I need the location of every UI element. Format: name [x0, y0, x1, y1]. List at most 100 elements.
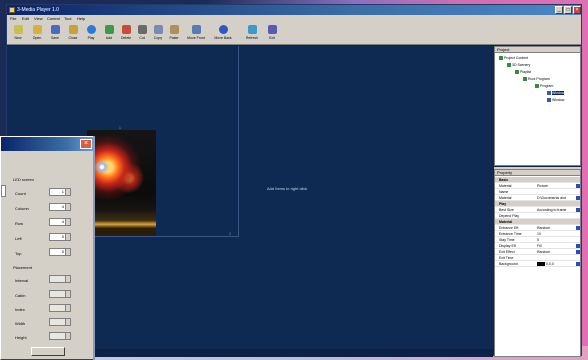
title-bar[interactable]: 3-Media Player 1.0 _ □ × — [7, 5, 581, 15]
field-label: Width — [15, 321, 26, 326]
playlist-icon — [515, 70, 519, 75]
spin-arrows-icon[interactable] — [65, 333, 70, 339]
firework-burst — [95, 160, 109, 174]
height-stepper[interactable] — [49, 332, 71, 340]
tree-item[interactable]: Project Content — [499, 56, 528, 61]
window-icon — [547, 98, 551, 103]
column-stepper[interactable]: 4 — [49, 203, 71, 211]
move-back-icon — [218, 25, 228, 34]
canvas-hint-text: Add Items to right click — [267, 186, 308, 191]
toolbar-refresh-button[interactable]: Refresh — [243, 24, 261, 44]
maximize-button[interactable]: □ — [564, 6, 572, 14]
menu-control[interactable]: Control — [47, 16, 60, 21]
menu-help[interactable]: Help — [77, 16, 85, 21]
tree-item[interactable]: Playlist — [515, 70, 532, 75]
toolbar-label: Refresh — [245, 36, 259, 40]
dropdown-button[interactable] — [576, 226, 580, 230]
screen-boundary-horizontal — [87, 236, 239, 237]
stepper-value: 1 — [61, 189, 64, 194]
menu-view[interactable]: View — [34, 16, 43, 21]
stepper-value: 0 — [61, 249, 64, 254]
toolbar-new-button[interactable]: New — [9, 24, 27, 44]
row-stepper[interactable]: 4 — [49, 218, 71, 226]
toolbar-close-button[interactable]: Close — [64, 24, 82, 44]
dropdown-button[interactable] — [576, 250, 580, 254]
toolbar-move-front-button[interactable]: Move Front — [184, 24, 208, 44]
tree-item[interactable]: Window — [547, 98, 565, 103]
interval-stepper[interactable] — [49, 275, 71, 283]
toolbar-save-button[interactable]: Save — [46, 24, 64, 44]
toolbar: New Open Save Close Play Add Delete Cut — [7, 23, 581, 45]
toolbar-paste-button[interactable]: Paste — [165, 24, 183, 44]
toolbar-add-button[interactable]: Add — [100, 24, 118, 44]
fireworks-image-window[interactable] — [87, 130, 156, 236]
cut-icon — [137, 25, 147, 34]
tree-item-label: Playlist — [520, 70, 532, 74]
menu-edit[interactable]: Edit — [22, 16, 29, 21]
color-picker-button[interactable] — [576, 262, 580, 266]
property-key: Background — [499, 262, 518, 266]
program-icon — [523, 77, 527, 82]
spin-arrows-icon[interactable] — [65, 189, 70, 195]
tree-item[interactable]: Root Program — [523, 77, 550, 82]
left-stepper[interactable]: 0 — [49, 233, 71, 241]
spin-arrows-icon[interactable] — [65, 319, 70, 325]
tree-item[interactable]: 3D Scenery — [507, 63, 530, 68]
toolbar-move-back-button[interactable]: Move Back — [211, 24, 235, 44]
spin-arrows-icon[interactable] — [65, 305, 70, 311]
dropdown-button[interactable] — [576, 208, 580, 212]
field-label: Top — [15, 251, 22, 256]
toolbar-label: Play — [87, 36, 95, 40]
spin-arrows-icon[interactable] — [65, 234, 70, 240]
spin-arrows-icon[interactable] — [65, 291, 70, 297]
project-pane: Project Project Content 3D Scenery Playl… — [494, 46, 581, 166]
field-label: Row — [15, 221, 24, 226]
property-value: 0,0,0 — [546, 262, 554, 266]
scene-icon — [507, 63, 511, 68]
ellipsis-button[interactable] — [576, 184, 580, 188]
ellipsis-button[interactable] — [576, 196, 580, 200]
dialog-apply-button[interactable] — [31, 347, 65, 356]
toolbar-label: Open — [32, 36, 42, 40]
toolbar-label: Paste — [169, 36, 179, 40]
menu-file[interactable]: File — [10, 16, 16, 21]
menu-tool[interactable]: Tool — [64, 16, 71, 21]
color-swatch — [537, 262, 545, 267]
dialog-close-button[interactable]: × — [80, 139, 92, 149]
spin-arrows-icon[interactable] — [65, 219, 70, 225]
stepper-value: 4 — [61, 219, 64, 224]
dialog-side-tab[interactable] — [1, 185, 6, 197]
paste-icon — [169, 25, 179, 34]
property-row[interactable]: Background 0,0,0 — [495, 261, 580, 267]
toolbar-open-button[interactable]: Open — [28, 24, 46, 44]
refresh-icon — [247, 25, 257, 34]
spin-arrows-icon[interactable] — [65, 249, 70, 255]
spin-arrows-icon[interactable] — [65, 276, 70, 282]
app-icon — [9, 7, 15, 13]
tree-item[interactable]: Program — [535, 84, 554, 89]
tree-item-label: Program — [540, 84, 554, 88]
screen-boundary-vertical — [238, 46, 239, 236]
property-pane: Property Basic Material Picture Name Mate… — [494, 169, 581, 357]
width-stepper[interactable] — [49, 318, 71, 326]
field-label: Count — [15, 191, 26, 196]
toolbar-play-button[interactable]: Play — [82, 24, 100, 44]
index-stepper[interactable] — [49, 304, 71, 312]
spin-arrows-icon[interactable] — [65, 204, 70, 210]
dropdown-button[interactable] — [576, 244, 580, 248]
bridge-lights — [87, 210, 156, 236]
minimize-button[interactable]: _ — [555, 6, 563, 14]
window-title: 3-Media Player 1.0 — [17, 7, 59, 13]
tree-item-selected[interactable]: Window — [547, 91, 565, 96]
top-stepper[interactable]: 0 — [49, 248, 71, 256]
delete-icon — [121, 25, 131, 34]
toolbar-exit-button[interactable]: Exit — [263, 24, 281, 44]
tree-item-label: Window — [552, 98, 565, 102]
tree-item-label: Window — [552, 91, 565, 95]
toolbar-label: Save — [51, 36, 59, 40]
cabin-stepper[interactable] — [49, 290, 71, 298]
close-button[interactable]: × — [573, 6, 581, 14]
count-stepper[interactable]: 1 — [49, 188, 71, 196]
screen-settings-dialog: × LED screen Count 1 Column 4 Row 4 Left… — [0, 136, 95, 360]
new-file-icon — [13, 25, 23, 34]
